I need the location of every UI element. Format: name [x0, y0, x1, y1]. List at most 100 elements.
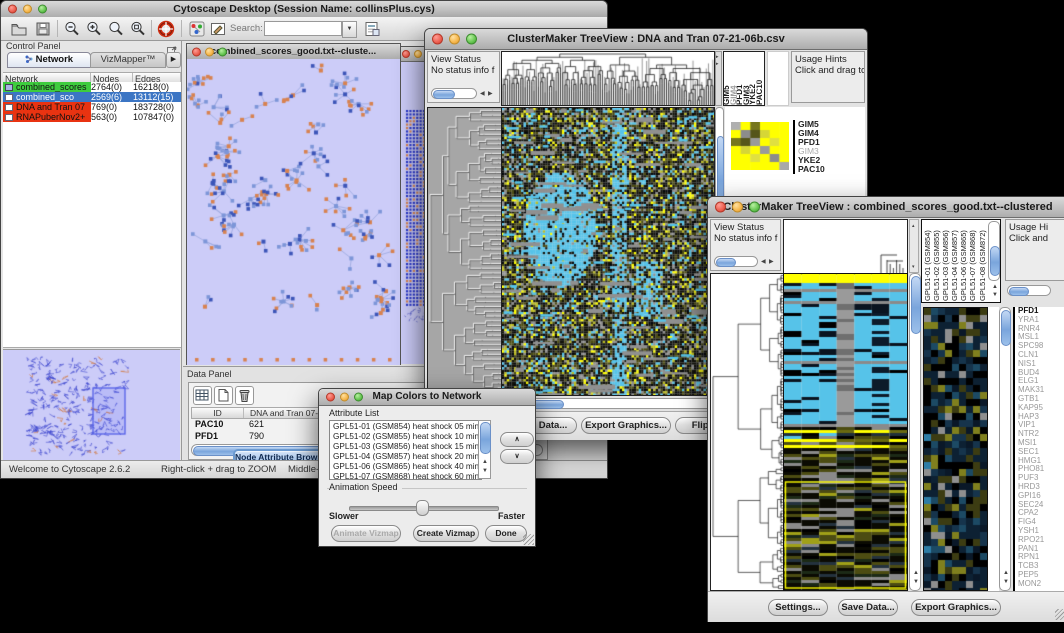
column-label[interactable]: GPL51-08 (GSM872): [978, 221, 987, 301]
create-network-icon[interactable]: [188, 20, 206, 38]
zoom-window-icon[interactable]: [749, 202, 760, 213]
tv2-splitter[interactable]: ▴▾: [909, 219, 919, 273]
network-row[interactable]: DNA and Tran 07769(0)183728(0): [3, 102, 181, 112]
network-canvas[interactable]: [187, 59, 400, 365]
attribute-item[interactable]: GPL51-07 (GSM868) heat shock 60 min: [333, 472, 481, 480]
column-label[interactable]: PAC10: [757, 52, 764, 105]
delete-attribute-icon[interactable]: [235, 386, 254, 405]
column-label[interactable]: GPL51-04 (GSM857): [950, 221, 959, 301]
attribute-item[interactable]: GPL51-03 (GSM856) heat shock 15 min: [333, 442, 481, 452]
zoom-selected-icon[interactable]: [107, 20, 125, 38]
attribute-item[interactable]: GPL51-01 (GSM854) heat shock 05 min: [333, 422, 481, 432]
column-label[interactable]: YKE2: [750, 52, 757, 105]
tv2-status-scrollbar[interactable]: [714, 256, 758, 267]
close-icon[interactable]: [8, 5, 17, 14]
tv1-column-labels[interactable]: GIM5GIM4PFD1GIM3YKE2PAC10: [723, 51, 765, 106]
tv2-row-dendrogram[interactable]: [710, 273, 785, 591]
move-down-button[interactable]: ∨: [500, 449, 534, 464]
column-label[interactable]: GPL51-07 (GSM868): [968, 221, 977, 301]
attribute-item[interactable]: GPL51-04 (GSM857) heat shock 20 min: [333, 452, 481, 462]
tv1-row-dendrogram[interactable]: [427, 107, 502, 396]
minimize-icon[interactable]: [205, 47, 214, 56]
tv2-gene-list[interactable]: PFD1YRA1RNR4MSL1SPC98CLN1NIS1BUD4ELG1MAK…: [1013, 307, 1064, 591]
attribute-item[interactable]: GPL51-02 (GSM855) heat shock 10 min: [333, 432, 481, 442]
minimize-icon[interactable]: [23, 5, 32, 14]
resize-grip[interactable]: [1055, 609, 1064, 620]
tv2-zoom-vscrollbar[interactable]: ▲▼: [999, 307, 1011, 591]
save-data-button[interactable]: Data...: [529, 417, 577, 434]
treeview-combined-titlebar[interactable]: ClusterMaker TreeView : combined_scores_…: [708, 197, 1064, 218]
new-attribute-icon[interactable]: [214, 386, 233, 405]
minimize-icon[interactable]: [340, 393, 349, 402]
save-data-button[interactable]: Save Data...: [838, 599, 898, 616]
column-label[interactable]: GPL51-01 (GSM854): [923, 221, 932, 301]
tv1-heatmap[interactable]: [501, 107, 715, 396]
column-label[interactable]: GPL51-03 (GSM856): [941, 221, 950, 301]
treeview-dna-titlebar[interactable]: ClusterMaker TreeView : DNA and Tran 07-…: [425, 29, 867, 50]
move-up-button[interactable]: ∧: [500, 432, 534, 447]
settings-button[interactable]: Settings...: [768, 599, 828, 616]
column-label[interactable]: PFD1: [737, 52, 744, 105]
zoom-window-icon[interactable]: [38, 5, 47, 14]
tv1-splitter[interactable]: ▸▸: [715, 51, 722, 106]
report-icon[interactable]: [363, 20, 381, 38]
network-titlebar[interactable]: combined_scores_good.txt--cluste...: [187, 44, 400, 60]
resize-grip[interactable]: [523, 534, 534, 545]
tv1-status-scrollbar[interactable]: [431, 88, 477, 99]
close-icon[interactable]: [192, 47, 201, 56]
more-tabs-button[interactable]: ▶: [166, 52, 181, 68]
tv1-similarity-heatmap[interactable]: [731, 122, 789, 170]
tv1-column-dendrogram[interactable]: [501, 51, 715, 106]
tab-vizmapper[interactable]: VizMapper™: [90, 52, 166, 68]
attribute-list-vscrollbar[interactable]: ▲▼: [478, 420, 491, 479]
close-icon[interactable]: [402, 50, 410, 58]
minimize-icon[interactable]: [414, 50, 422, 58]
save-icon[interactable]: [34, 20, 52, 38]
speed-slider-thumb[interactable]: [416, 500, 429, 516]
tv2-heatmap-vscrollbar[interactable]: ▲▼: [909, 273, 921, 591]
attribute-list[interactable]: GPL51-01 (GSM854) heat shock 05 minGPL51…: [329, 420, 482, 480]
create-vizmap-button[interactable]: Create Vizmap: [413, 525, 479, 542]
tv2-hints-scrollbar[interactable]: [1007, 285, 1051, 296]
search-input[interactable]: [264, 21, 342, 36]
tab-network[interactable]: Network: [7, 52, 91, 68]
zoom-out-icon[interactable]: [63, 20, 81, 38]
dialog-titlebar[interactable]: Map Colors to Network: [319, 389, 535, 406]
column-label[interactable]: GPL51-02 (GSM855): [932, 221, 941, 301]
tv1-gene-labels[interactable]: GIM5GIM4PFD1GIM3YKE2PAC10: [793, 120, 868, 174]
done-button[interactable]: Done: [485, 525, 527, 542]
export-graphics-button[interactable]: Export Graphics...: [581, 417, 671, 434]
export-graphics-button[interactable]: Export Graphics...: [911, 599, 1001, 616]
column-label[interactable]: GIM5: [724, 52, 731, 105]
zoom-in-icon[interactable]: [85, 20, 103, 38]
minimize-icon[interactable]: [732, 202, 743, 213]
attribute-item[interactable]: GPL51-06 (GSM865) heat shock 40 min: [333, 462, 481, 472]
annotation-icon[interactable]: [209, 20, 227, 38]
help-lifering-icon[interactable]: [157, 20, 175, 38]
tv2-column-dendrogram[interactable]: [783, 219, 908, 275]
open-icon[interactable]: [10, 20, 28, 38]
minimize-icon[interactable]: [449, 34, 460, 45]
network-row[interactable]: RNAPuberNov2+563(0)107847(0): [3, 112, 181, 122]
search-dropdown-button[interactable]: ▼: [342, 21, 357, 38]
network-row[interactable]: combined_sco2569(6)13112(15): [3, 92, 181, 102]
attribute-table-icon[interactable]: [193, 386, 212, 405]
zoom-fit-icon[interactable]: [129, 20, 147, 38]
network-row[interactable]: combined_scores2764(0)16218(0): [3, 82, 181, 92]
close-icon[interactable]: [432, 34, 443, 45]
zoom-window-icon[interactable]: [354, 393, 363, 402]
close-icon[interactable]: [715, 202, 726, 213]
main-titlebar[interactable]: Cytoscape Desktop (Session Name: collins…: [1, 1, 607, 18]
gene-label[interactable]: MON2: [1018, 580, 1064, 589]
birds-eye-view[interactable]: [3, 349, 180, 460]
close-icon[interactable]: [326, 393, 335, 402]
zoom-window-icon[interactable]: [466, 34, 477, 45]
gene-label[interactable]: PAC10: [798, 165, 868, 174]
tv2-column-labels[interactable]: GPL51-01 (GSM854)GPL51-02 (GSM855)GPL51-…: [923, 221, 987, 301]
tv2-heatmap[interactable]: [783, 273, 908, 591]
zoom-window-icon[interactable]: [218, 47, 227, 56]
animate-vizmap-button[interactable]: Animate Vizmap: [331, 525, 401, 542]
tv2-zoom-heatmap[interactable]: [923, 307, 988, 591]
tv1-usage-hints: Usage HintsClick and drag tc: [791, 51, 865, 103]
tv2-labels-vscrollbar[interactable]: [988, 221, 1000, 281]
